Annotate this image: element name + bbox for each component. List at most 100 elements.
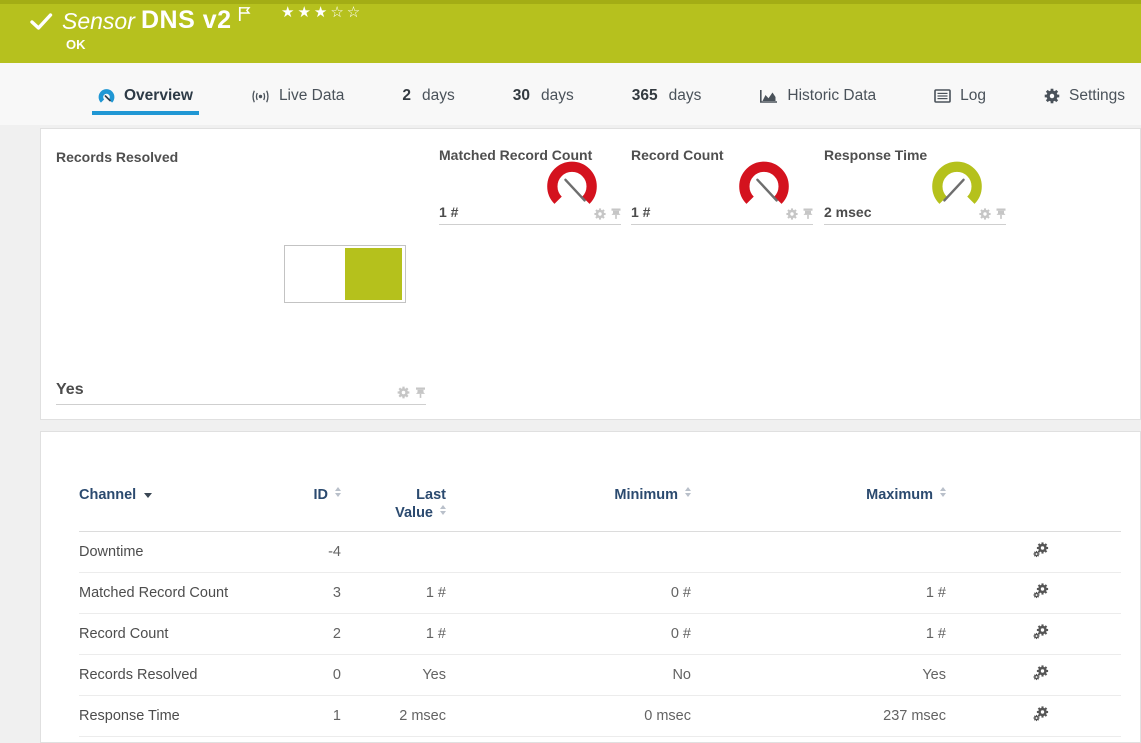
flag-icon[interactable]: [238, 6, 251, 27]
channel-id: 0: [281, 667, 341, 683]
column-header-minimum[interactable]: Minimum: [446, 486, 691, 504]
gauge-dial: [735, 160, 793, 209]
gear-icon: [1044, 88, 1060, 104]
sort-icon: [940, 487, 946, 497]
channel-settings-gear-icon[interactable]: [1033, 706, 1050, 723]
tile-pin-icon[interactable]: [415, 387, 426, 399]
tab-bar: Overview Live Data 2 days 30 days 365: [0, 63, 1141, 125]
list-icon: [934, 89, 951, 103]
tile-value: 1 #: [631, 204, 650, 220]
gauge-dial: [928, 160, 986, 209]
tab-day-count: 365: [632, 87, 658, 105]
tab-30-days[interactable]: 30 days: [511, 87, 576, 125]
tab-label: days: [669, 87, 702, 105]
tab-log[interactable]: Log: [932, 87, 988, 125]
table-row-response-time[interactable]: Response Time 1 2 msec 0 msec 237 msec: [79, 696, 1121, 737]
tile-title: Response Time: [824, 147, 927, 163]
last-value: 2 msec: [341, 708, 446, 724]
channel-id: 3: [281, 585, 341, 601]
tab-2-days[interactable]: 2 days: [400, 87, 456, 125]
tile-pin-icon[interactable]: [996, 208, 1006, 220]
channel-settings-gear-icon[interactable]: [1033, 583, 1050, 600]
table-row-downtime[interactable]: Downtime -4: [79, 532, 1121, 573]
last-value: Yes: [341, 667, 446, 683]
records-resolved-indicator: [284, 245, 406, 303]
tab-overview[interactable]: Overview: [96, 87, 195, 125]
tab-day-count: 2: [402, 87, 411, 105]
record-count-gauge-tile: Record Count 1 #: [631, 147, 813, 225]
channel-name: Record Count: [79, 626, 281, 642]
last-value: 1 #: [341, 585, 446, 601]
tab-label: Log: [960, 87, 986, 105]
status-ok-check-icon: [30, 12, 53, 36]
tile-gear-icon[interactable]: [786, 208, 798, 220]
minimum-value: 0 #: [446, 585, 691, 601]
channel-table-header: Channel ID Last Value Minimum Maximum: [79, 486, 1121, 532]
object-type-label: Sensor: [62, 8, 135, 35]
sensor-status-header: Sensor DNS v2 ★★★☆☆ OK: [0, 0, 1141, 63]
table-row-matched-record-count[interactable]: Matched Record Count 3 1 # 0 # 1 #: [79, 573, 1121, 614]
column-header-id[interactable]: ID: [281, 486, 341, 504]
tile-gear-icon[interactable]: [397, 386, 410, 399]
channel-name: Matched Record Count: [79, 585, 281, 601]
sensor-status-text: OK: [66, 37, 86, 52]
column-header-maximum[interactable]: Maximum: [691, 486, 946, 504]
records-resolved-tile: Records Resolved Yes: [56, 149, 426, 405]
tab-365-days[interactable]: 365 days: [630, 87, 704, 125]
tile-value: Yes: [56, 381, 84, 399]
header-top-strip: [0, 0, 1141, 4]
tile-pin-icon[interactable]: [611, 208, 621, 220]
tab-day-count: 30: [513, 87, 530, 105]
matched-record-count-gauge-tile: Matched Record Count 1 #: [439, 147, 621, 225]
maximum-value: 237 msec: [691, 708, 946, 724]
last-value: 1 #: [341, 626, 446, 642]
gauge-dial: [543, 160, 601, 209]
tile-title: Record Count: [631, 147, 724, 163]
channel-name: Response Time: [79, 708, 281, 724]
table-row-records-resolved[interactable]: Records Resolved 0 Yes No Yes: [79, 655, 1121, 696]
maximum-value: Yes: [691, 667, 946, 683]
channel-name: Downtime: [79, 544, 281, 560]
priority-stars[interactable]: ★★★☆☆: [281, 3, 363, 21]
maximum-value: 1 #: [691, 626, 946, 642]
minimum-value: 0 msec: [446, 708, 691, 724]
tab-historic-data[interactable]: Historic Data: [757, 87, 878, 125]
tile-value: 2 msec: [824, 204, 871, 220]
channel-id: -4: [281, 544, 341, 560]
channel-id: 2: [281, 626, 341, 642]
indicator-on-segment: [345, 248, 402, 300]
channel-settings-gear-icon[interactable]: [1033, 665, 1050, 682]
channel-name: Records Resolved: [79, 667, 281, 683]
tab-label: Overview: [124, 87, 193, 105]
sensor-name: DNS v2: [141, 6, 232, 35]
tile-title: Records Resolved: [56, 149, 178, 165]
tab-label: days: [422, 87, 455, 105]
tab-label: Live Data: [279, 87, 344, 105]
area-chart-icon: [759, 89, 778, 104]
tile-gear-icon[interactable]: [594, 208, 606, 220]
sort-icon: [440, 505, 446, 515]
column-header-last-value[interactable]: Last Value: [341, 486, 446, 522]
gauge-icon: [98, 89, 115, 104]
tab-settings[interactable]: Settings: [1042, 87, 1127, 125]
response-time-gauge-tile: Response Time 2 msec: [824, 147, 1006, 225]
channel-settings-gear-icon[interactable]: [1033, 624, 1050, 641]
table-row-record-count[interactable]: Record Count 2 1 # 0 # 1 #: [79, 614, 1121, 655]
column-header-channel[interactable]: Channel: [79, 486, 281, 504]
channel-table-panel: Channel ID Last Value Minimum Maximum Do…: [40, 431, 1141, 743]
tile-gear-icon[interactable]: [979, 208, 991, 220]
minimum-value: No: [446, 667, 691, 683]
broadcast-icon: [251, 89, 270, 104]
tab-label: Settings: [1069, 87, 1125, 105]
tile-value: 1 #: [439, 204, 458, 220]
tab-label: Historic Data: [787, 87, 876, 105]
tile-pin-icon[interactable]: [803, 208, 813, 220]
overview-panel: Records Resolved Yes Matched Record Coun…: [40, 128, 1141, 420]
channel-settings-gear-icon[interactable]: [1033, 542, 1050, 559]
sort-active-desc-icon: [144, 493, 152, 498]
channel-id: 1: [281, 708, 341, 724]
maximum-value: 1 #: [691, 585, 946, 601]
tab-live-data[interactable]: Live Data: [249, 87, 346, 125]
tab-label: days: [541, 87, 574, 105]
minimum-value: 0 #: [446, 626, 691, 642]
